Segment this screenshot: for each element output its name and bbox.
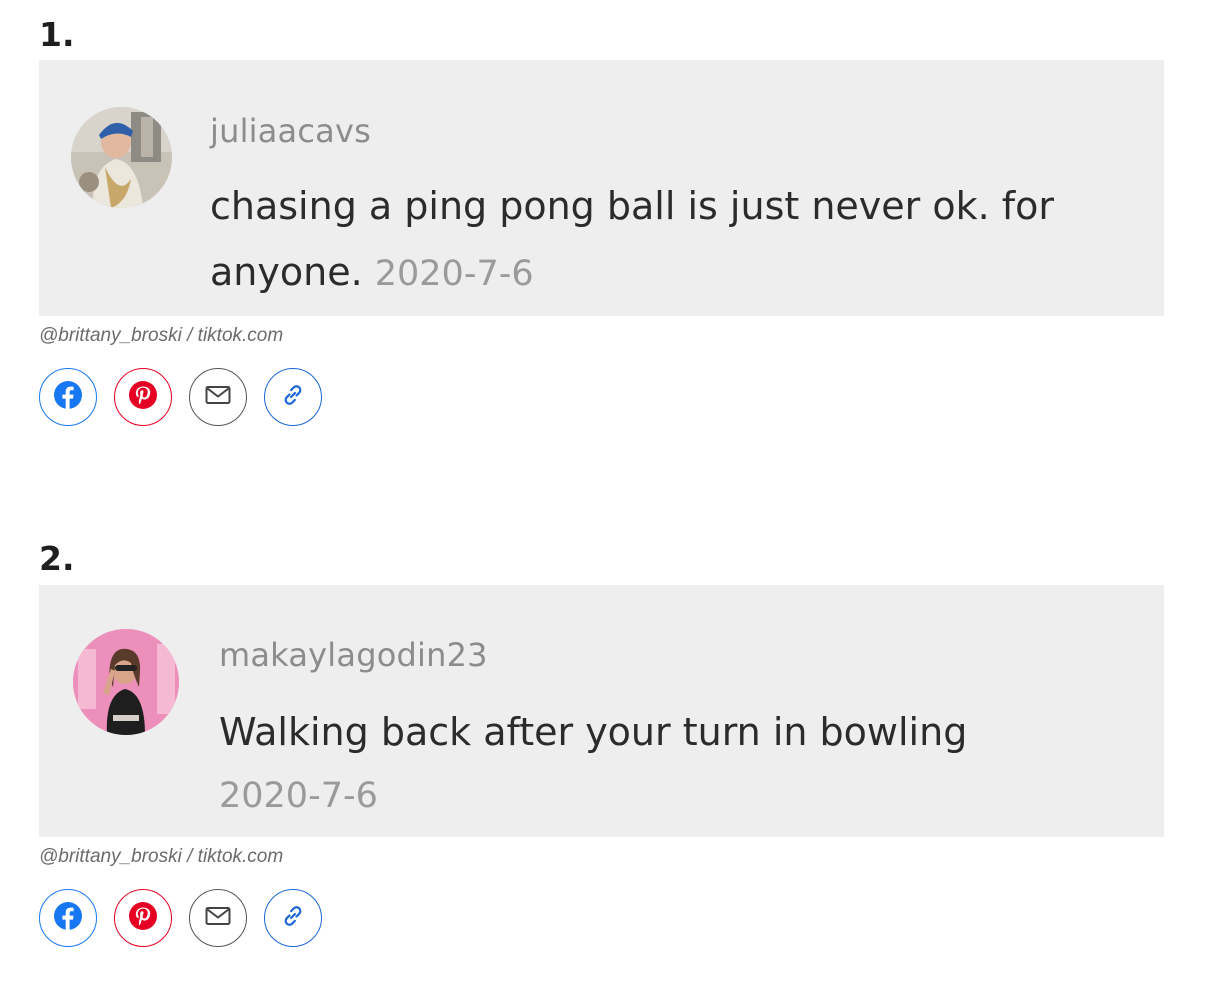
comment-screenshot-card: makaylagodin23 Walking back after your t… (39, 585, 1164, 837)
link-icon (280, 382, 306, 413)
comment-username: makaylagodin23 (219, 636, 488, 674)
avatar (73, 629, 179, 735)
link-icon (280, 903, 306, 934)
share-facebook-button[interactable] (39, 889, 97, 947)
copy-link-button[interactable] (264, 368, 322, 426)
comment-screenshot-card: juliaacavs chasing a ping pong ball is j… (39, 60, 1164, 316)
pinterest-icon (128, 901, 158, 936)
email-icon (205, 906, 231, 931)
avatar (71, 107, 172, 208)
image-credit: @brittany_broski / tiktok.com (39, 325, 284, 346)
share-email-button[interactable] (189, 889, 247, 947)
facebook-icon (53, 901, 83, 936)
item-number: 1. (39, 15, 75, 54)
share-pinterest-button[interactable] (114, 368, 172, 426)
image-credit: @brittany_broski / tiktok.com (39, 846, 284, 867)
comment-date: 2020-7-6 (219, 776, 378, 816)
comment-date: 2020-7-6 (374, 254, 534, 294)
comment-username: juliaacavs (210, 112, 371, 150)
facebook-icon (53, 380, 83, 415)
list-item-2: 2. makaylagodin23 Walking back after you… (39, 540, 1164, 970)
item-number: 2. (39, 539, 75, 578)
list-item-1: 1. juliaacavs chasing a ping pong ball i… (39, 16, 1164, 446)
comment-text-block: chasing a ping pong ball is just never o… (210, 173, 1140, 307)
share-facebook-button[interactable] (39, 368, 97, 426)
share-email-button[interactable] (189, 368, 247, 426)
comment-text: Walking back after your turn in bowling (219, 710, 968, 754)
share-pinterest-button[interactable] (114, 889, 172, 947)
pinterest-icon (128, 380, 158, 415)
email-icon (205, 385, 231, 410)
copy-link-button[interactable] (264, 889, 322, 947)
comment-text: chasing a ping pong ball is just never o… (210, 184, 1055, 294)
